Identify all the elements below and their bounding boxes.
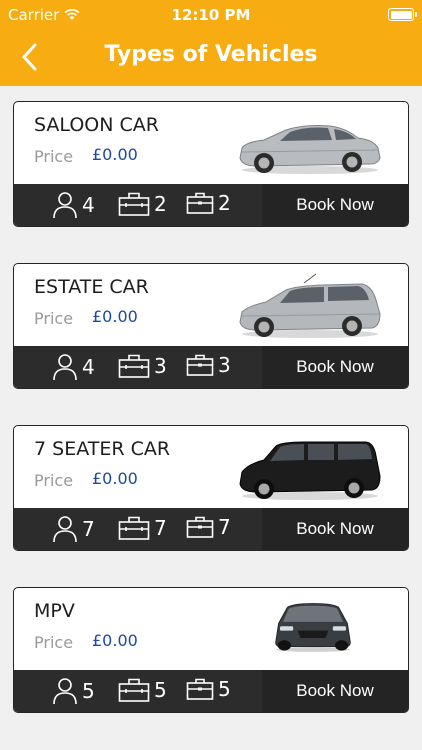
- price-label: Price: [34, 309, 74, 328]
- briefcase-icon: [186, 354, 214, 376]
- hand-luggage-capacity: 2: [186, 191, 231, 215]
- saloon-car-image: [239, 125, 381, 174]
- passenger-capacity: 4: [52, 353, 95, 381]
- passenger-count: 7: [82, 517, 95, 541]
- vehicle-features-bar: 5 5 5 Book Now: [14, 670, 408, 712]
- status-bar: Carrier 12:10 PM: [0, 0, 422, 30]
- luggage-count: 3: [154, 354, 167, 378]
- price-value: £0.00: [92, 631, 138, 650]
- vehicle-name: MPV: [34, 600, 75, 622]
- price-label: Price: [34, 471, 74, 490]
- nav-header: Carrier 12:10 PM Types of Vehicles: [0, 0, 422, 86]
- vehicle-card-mpv[interactable]: MPV Price £0.00 5 5 5 Book Now: [13, 587, 409, 713]
- estate-car-image: [239, 273, 381, 338]
- suitcase-icon: [118, 678, 150, 702]
- price-label: Price: [34, 633, 74, 652]
- person-icon: [53, 192, 77, 219]
- hand-luggage-count: 2: [218, 191, 231, 215]
- vehicle-card-7-seater[interactable]: 7 SEATER CAR Price £0.00 7 7 7 Book Now: [13, 425, 409, 551]
- 7-seater-van-image: [239, 441, 381, 500]
- price-value: £0.00: [92, 307, 138, 326]
- luggage-capacity: 5: [118, 677, 167, 703]
- passenger-capacity: 5: [52, 677, 95, 705]
- briefcase-icon: [186, 678, 214, 700]
- status-time: 12:10 PM: [171, 6, 251, 24]
- hand-luggage-count: 7: [218, 515, 231, 539]
- vehicle-name: 7 SEATER CAR: [34, 438, 171, 460]
- price-value: £0.00: [92, 469, 138, 488]
- luggage-count: 5: [154, 678, 167, 702]
- mpv-car-image: [275, 603, 351, 652]
- price-label: Price: [34, 147, 74, 166]
- vehicle-name: SALOON CAR: [34, 114, 159, 136]
- passenger-count: 4: [82, 193, 95, 217]
- briefcase-icon: [186, 516, 214, 538]
- book-now-button[interactable]: Book Now: [262, 670, 408, 712]
- suitcase-icon: [118, 354, 150, 378]
- person-icon: [53, 354, 77, 381]
- hand-luggage-capacity: 3: [186, 353, 231, 377]
- passenger-count: 4: [82, 355, 95, 379]
- luggage-capacity: 2: [118, 191, 167, 217]
- vehicle-features-bar: 4 2 2 Book Now: [14, 184, 408, 226]
- vehicle-card-saloon[interactable]: SALOON CAR Price £0.00 4 2 2 Book Now: [13, 101, 409, 227]
- hand-luggage-count: 3: [218, 353, 231, 377]
- passenger-capacity: 7: [52, 515, 95, 543]
- vehicle-card-estate[interactable]: ESTATE CAR Price £0.00 4 3 3 Book Now: [13, 263, 409, 389]
- hand-luggage-count: 5: [218, 677, 231, 701]
- briefcase-icon: [186, 192, 214, 214]
- luggage-count: 7: [154, 516, 167, 540]
- price-value: £0.00: [92, 145, 138, 164]
- battery-icon: [388, 8, 417, 21]
- luggage-capacity: 7: [118, 515, 167, 541]
- luggage-capacity: 3: [118, 353, 167, 379]
- hand-luggage-capacity: 5: [186, 677, 231, 701]
- suitcase-icon: [118, 192, 150, 216]
- person-icon: [53, 678, 77, 705]
- vehicle-features-bar: 4 3 3 Book Now: [14, 346, 408, 388]
- hand-luggage-capacity: 7: [186, 515, 231, 539]
- luggage-count: 2: [154, 192, 167, 216]
- passenger-count: 5: [82, 679, 95, 703]
- page-title: Types of Vehicles: [104, 42, 318, 67]
- passenger-capacity: 4: [52, 191, 95, 219]
- vehicle-name: ESTATE CAR: [34, 276, 149, 298]
- book-now-button[interactable]: Book Now: [262, 184, 408, 226]
- suitcase-icon: [118, 516, 150, 540]
- book-now-button[interactable]: Book Now: [262, 508, 408, 550]
- vehicle-features-bar: 7 7 7 Book Now: [14, 508, 408, 550]
- person-icon: [53, 516, 77, 543]
- book-now-button[interactable]: Book Now: [262, 346, 408, 388]
